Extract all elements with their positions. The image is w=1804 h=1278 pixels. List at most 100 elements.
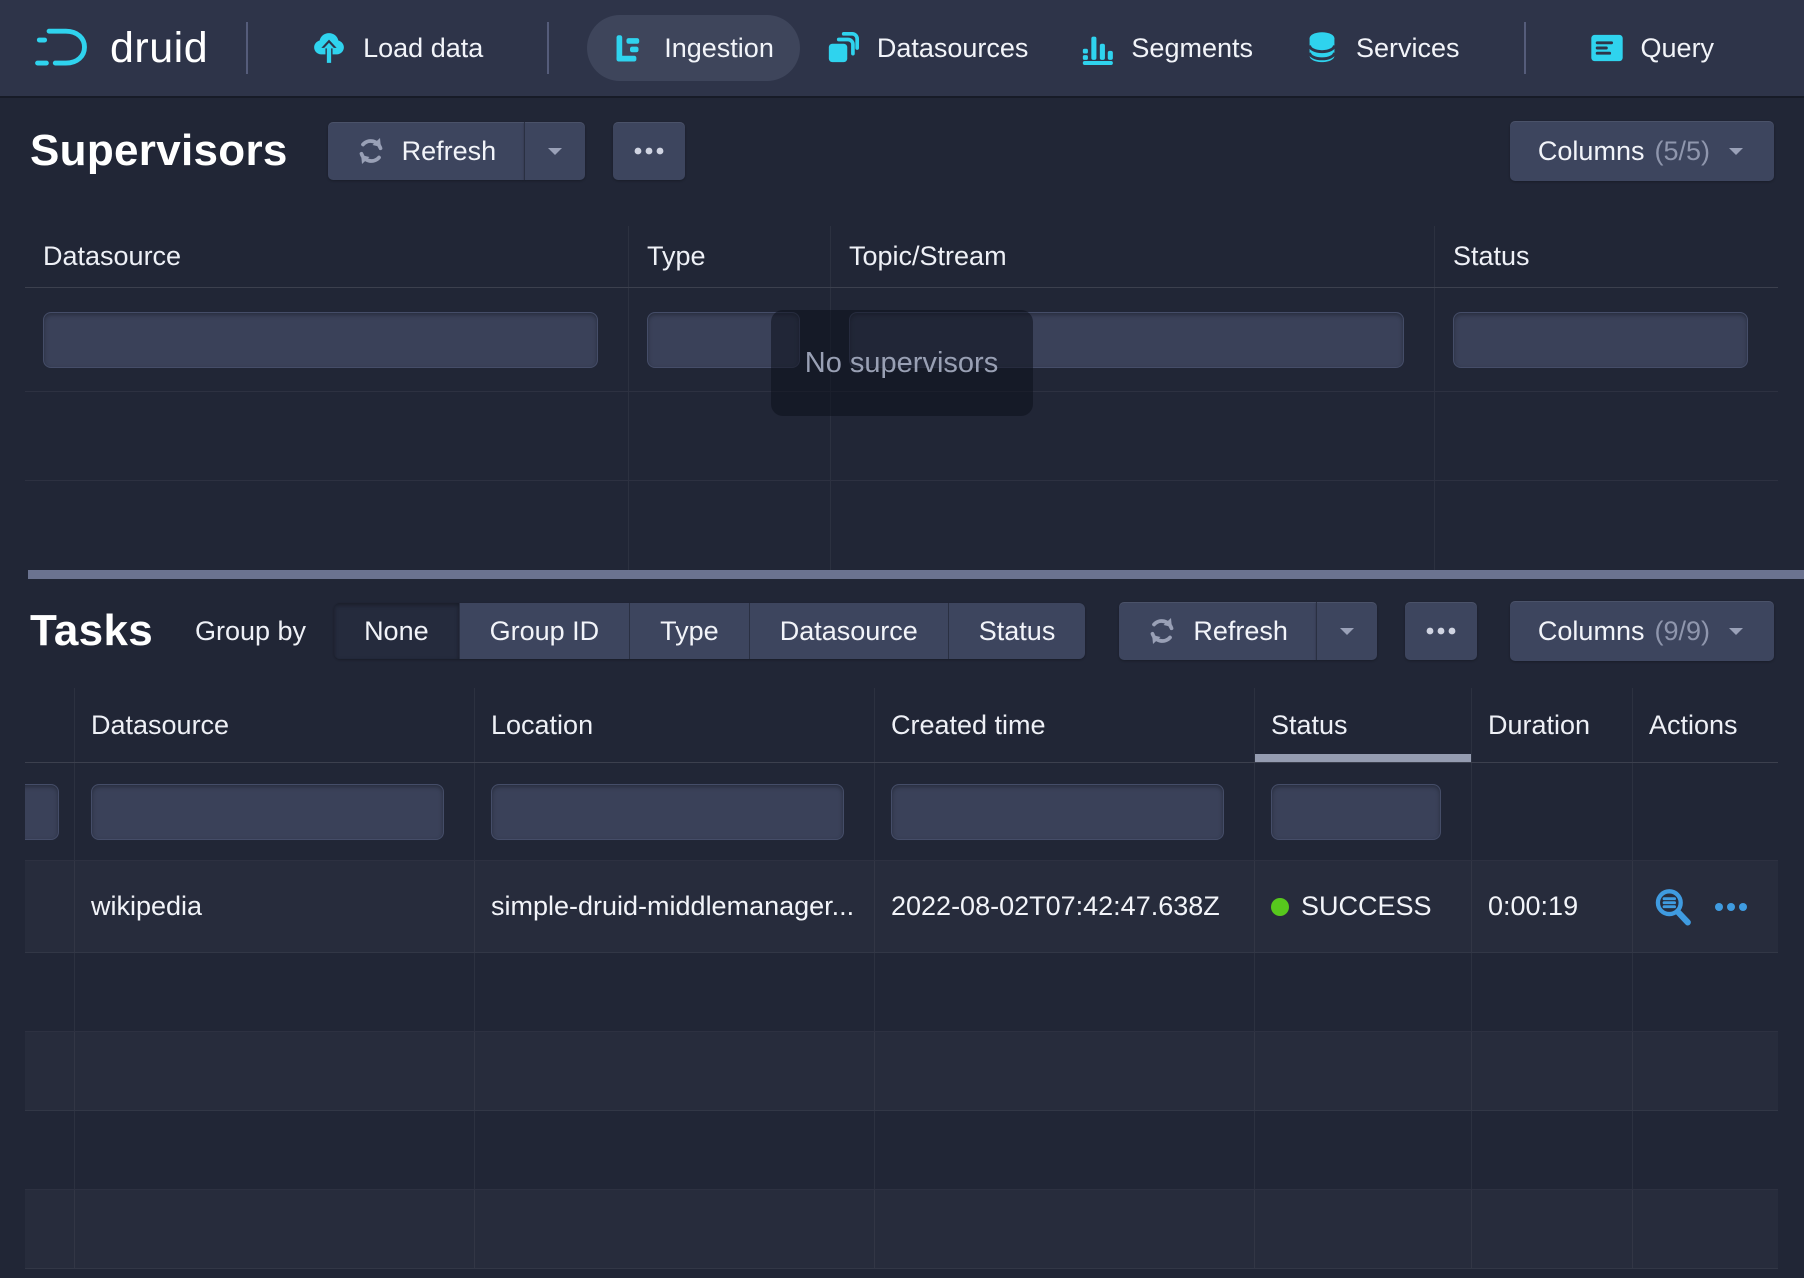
nav-item-segments[interactable]: Segments xyxy=(1054,15,1279,81)
group-by-status-button[interactable]: Status xyxy=(948,603,1086,659)
supervisors-columns-button[interactable]: Columns (5/5) xyxy=(1510,121,1774,181)
column-header-status[interactable]: Status xyxy=(1255,688,1472,762)
tasks-header: Tasks Group by None Group ID Type Dataso… xyxy=(30,600,1774,662)
empty-table-row xyxy=(25,1190,1778,1269)
chevron-down-icon xyxy=(1337,624,1357,638)
task-duration: 0:00:19 xyxy=(1472,861,1633,952)
console-icon xyxy=(1590,31,1624,65)
nav-item-label: Segments xyxy=(1131,33,1253,64)
supervisors-filter-row xyxy=(25,288,1778,392)
empty-table-row xyxy=(25,1032,1778,1111)
supervisors-more-button[interactable] xyxy=(613,122,685,180)
tasks-refresh-group: Refresh xyxy=(1119,602,1377,660)
cloud-upload-icon xyxy=(312,31,346,65)
nav-item-ingestion[interactable]: Ingestion xyxy=(587,15,800,81)
columns-count: (5/5) xyxy=(1654,136,1710,167)
druid-console: druid Load data Ingestion xyxy=(0,0,1804,1278)
nav-item-datasources[interactable]: Datasources xyxy=(800,15,1055,81)
chevron-down-icon xyxy=(545,144,565,158)
tasks-filter-row xyxy=(25,763,1778,861)
column-header-status-label: Status xyxy=(1271,710,1348,741)
tasks-table: Datasource Location Created time Status … xyxy=(25,688,1778,1269)
task-expander-cell xyxy=(25,861,75,952)
column-header-location[interactable]: Location xyxy=(475,688,875,762)
column-header-duration[interactable]: Duration xyxy=(1472,688,1633,762)
chevron-down-icon xyxy=(1726,144,1746,158)
tasks-columns-button[interactable]: Columns (9/9) xyxy=(1510,601,1774,661)
task-status-cell: SUCCESS xyxy=(1255,861,1472,952)
tasks-more-button[interactable] xyxy=(1405,602,1477,660)
column-header-created-time[interactable]: Created time xyxy=(875,688,1255,762)
sort-indicator xyxy=(1255,754,1471,762)
column-header-datasource[interactable]: Datasource xyxy=(25,226,629,287)
refresh-label: Refresh xyxy=(1193,616,1288,647)
datasource-filter-input[interactable] xyxy=(43,312,598,368)
task-actions-cell xyxy=(1633,861,1778,952)
top-nav: druid Load data Ingestion xyxy=(0,0,1804,96)
column-header-datasource[interactable]: Datasource xyxy=(75,688,475,762)
expander-filter-input[interactable] xyxy=(25,784,59,840)
stacked-layers-icon xyxy=(826,31,860,65)
nav-item-query[interactable]: Query xyxy=(1564,15,1741,81)
supervisors-table-header-row: Datasource Type Topic/Stream Status xyxy=(25,226,1778,288)
druid-logo-icon xyxy=(34,24,96,72)
topic-stream-filter-input[interactable] xyxy=(849,312,1404,368)
status-filter-input[interactable] xyxy=(1453,312,1748,368)
bar-chart-icon xyxy=(1080,31,1114,65)
empty-table-row xyxy=(25,953,1778,1032)
chart-bars-icon xyxy=(613,31,647,65)
datasource-filter-input[interactable] xyxy=(91,784,444,840)
column-header-topic-stream[interactable]: Topic/Stream xyxy=(831,226,1435,287)
nav-item-label: Load data xyxy=(363,33,483,64)
empty-table-row xyxy=(25,392,1778,481)
tasks-refresh-caret-button[interactable] xyxy=(1316,602,1377,660)
section-resize-splitter[interactable] xyxy=(28,570,1804,579)
status-filter-input[interactable] xyxy=(1271,784,1441,840)
columns-count: (9/9) xyxy=(1654,616,1710,647)
task-datasource: wikipedia xyxy=(75,861,475,952)
nav-item-label: Query xyxy=(1641,33,1715,64)
task-status: SUCCESS xyxy=(1301,891,1432,922)
group-by-group-id-button[interactable]: Group ID xyxy=(459,603,630,659)
nav-item-load-data[interactable]: Load data xyxy=(286,15,509,81)
nav-divider xyxy=(246,22,248,74)
task-location: simple-druid-middlemanager... xyxy=(475,861,875,952)
supervisors-header: Supervisors Refresh xyxy=(30,120,1774,182)
location-filter-input[interactable] xyxy=(491,784,844,840)
column-header-type[interactable]: Type xyxy=(629,226,831,287)
task-row-wikipedia[interactable]: wikipedia simple-druid-middlemanager... … xyxy=(25,861,1778,953)
magnifier-details-icon[interactable] xyxy=(1653,887,1693,927)
supervisors-title: Supervisors xyxy=(30,126,288,176)
ellipsis-icon xyxy=(633,146,665,156)
brand[interactable]: druid xyxy=(34,24,208,73)
task-actions-ellipsis-icon[interactable] xyxy=(1713,901,1749,913)
group-by-type-button[interactable]: Type xyxy=(629,603,749,659)
chevron-down-icon xyxy=(1726,624,1746,638)
empty-table-row xyxy=(25,481,1778,570)
group-by-control: None Group ID Type Datasource Status xyxy=(334,603,1085,659)
nav-divider xyxy=(547,22,549,74)
supervisors-refresh-group: Refresh xyxy=(328,122,586,180)
created-time-filter-input[interactable] xyxy=(891,784,1224,840)
brand-name: druid xyxy=(110,24,208,73)
database-icon xyxy=(1305,31,1339,65)
columns-label: Columns xyxy=(1538,616,1645,647)
supervisors-table: Datasource Type Topic/Stream Status No s… xyxy=(25,226,1778,570)
ellipsis-icon xyxy=(1425,626,1457,636)
group-by-none-button[interactable]: None xyxy=(334,603,459,659)
columns-label: Columns xyxy=(1538,136,1645,167)
refresh-label: Refresh xyxy=(402,136,497,167)
task-created-time: 2022-08-02T07:42:47.638Z xyxy=(875,861,1255,952)
tasks-table-header-row: Datasource Location Created time Status … xyxy=(25,688,1778,763)
group-by-datasource-button[interactable]: Datasource xyxy=(749,603,948,659)
nav-item-label: Ingestion xyxy=(664,33,774,64)
column-header-status[interactable]: Status xyxy=(1435,226,1778,287)
supervisors-refresh-caret-button[interactable] xyxy=(524,122,585,180)
type-filter-input[interactable] xyxy=(647,312,800,368)
column-header-expander[interactable] xyxy=(25,688,75,762)
tasks-refresh-button[interactable]: Refresh xyxy=(1119,602,1316,660)
nav-item-label: Datasources xyxy=(877,33,1029,64)
nav-item-services[interactable]: Services xyxy=(1279,15,1486,81)
column-header-actions[interactable]: Actions xyxy=(1633,688,1778,762)
supervisors-refresh-button[interactable]: Refresh xyxy=(328,122,525,180)
